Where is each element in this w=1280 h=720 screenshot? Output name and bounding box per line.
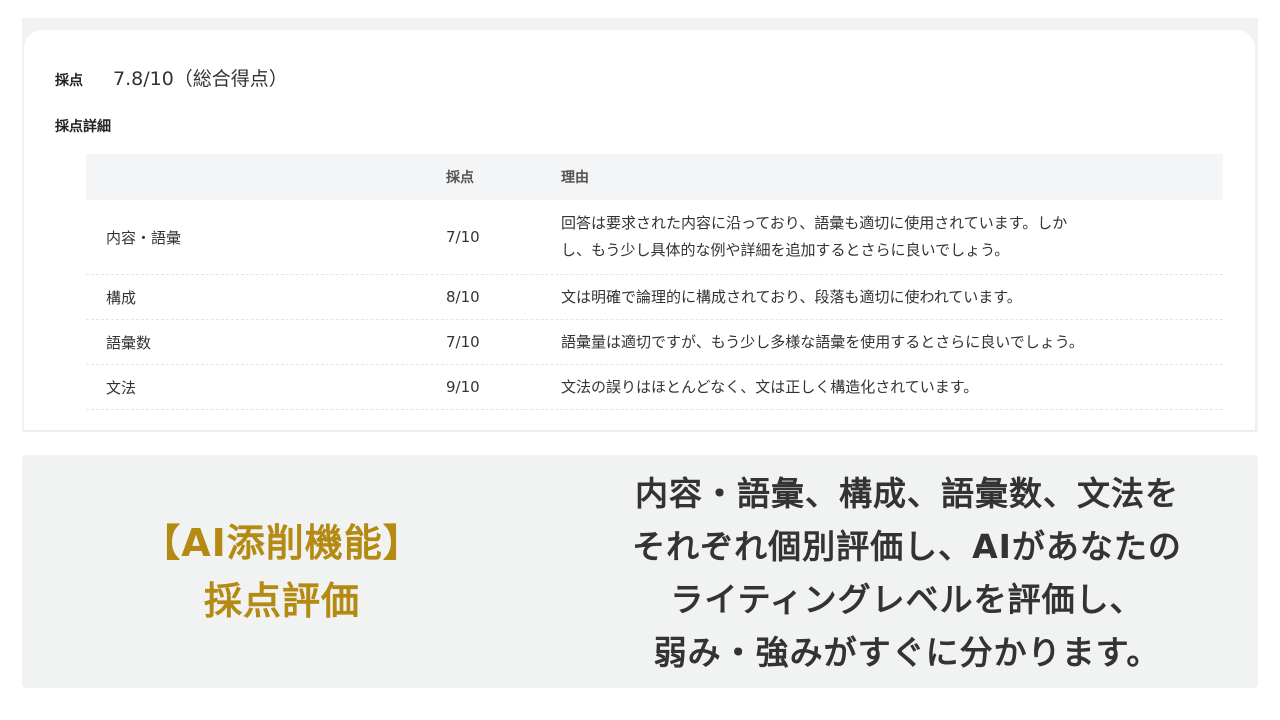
table-row: 内容・語彙 7/10 回答は要求された内容に沿っており、語彙も適切に使用されてい… [86,200,1223,275]
score-value: 7.8/10（総合得点） [113,68,288,90]
feature-title-line: 【AI添削機能】 [142,520,422,565]
category-name: 文法 [106,378,137,397]
feature-banner: 【AI添削機能】 採点評価 内容・語彙、構成、語彙数、文法を それぞれ個別評価し… [22,455,1258,688]
table-row: 語彙数 7/10 語彙量は適切ですが、もう少し多様な語彙を使用するとさらに良いで… [86,320,1223,365]
category-name: 内容・語彙 [106,228,182,247]
column-header-score: 採点 [446,170,474,186]
description-line: ライティングレベルを評価し、 [670,580,1144,619]
reason-line: 文法の誤りはほとんどなく、文は正しく構造化されています。 [561,377,979,396]
overall-score: 採点 7.8/10（総合得点） [55,64,288,91]
category-reason: 文法の誤りはほとんどなく、文は正しく構造化されています。 [561,374,1223,401]
promo-slide: 採点 7.8/10（総合得点） 採点詳細 採点 理由 内容・語彙 7/10 回答… [0,0,1280,720]
score-label: 採点 [55,73,83,89]
table-row: 構成 8/10 文は明確で論理的に構成されており、段落も適切に使われています。 [86,275,1223,320]
column-header-reason: 理由 [561,170,589,186]
table-header: 採点 理由 [86,154,1223,200]
reason-line: 回答は要求された内容に沿っており、語彙も適切に使用されています。しか [561,214,1068,232]
category-reason: 回答は要求された内容に沿っており、語彙も適切に使用されています。しか し、もう少… [561,210,1223,264]
category-score: 7/10 [446,228,480,246]
reason-line: 語彙量は適切ですが、もう少し多様な語彙を使用するとさらに良いでしょう。 [561,332,1084,351]
score-detail-table: 採点 理由 内容・語彙 7/10 回答は要求された内容に沿っており、語彙も適切に… [86,154,1223,410]
feature-title-line: 採点評価 [203,578,360,623]
feature-title: 【AI添削機能】 採点評価 [22,455,542,688]
description-line: 弱み・強みがすぐに分かります。 [653,633,1161,672]
category-score: 9/10 [446,378,480,396]
category-reason: 語彙量は適切ですが、もう少し多様な語彙を使用するとさらに良いでしょう。 [561,329,1223,356]
category-reason: 文は明確で論理的に構成されており、段落も適切に使われています。 [561,284,1223,311]
reason-line: 文は明確で論理的に構成されており、段落も適切に使われています。 [561,287,1022,306]
description-line: それぞれ個別評価し、AIがあなたの [632,527,1182,566]
category-score: 8/10 [446,288,480,306]
scoring-card: 採点 7.8/10（総合得点） 採点詳細 採点 理由 内容・語彙 7/10 回答… [24,30,1255,430]
category-name: 構成 [106,288,137,307]
table-row: 文法 9/10 文法の誤りはほとんどなく、文は正しく構造化されています。 [86,365,1223,410]
description-line: 内容・語彙、構成、語彙数、文法を [635,474,1179,513]
category-score: 7/10 [446,333,480,351]
category-name: 語彙数 [106,333,152,352]
reason-line: し、もう少し具体的な例や詳細を追加するとさらに良いでしょう。 [561,241,1010,259]
feature-description: 内容・語彙、構成、語彙数、文法を それぞれ個別評価し、AIがあなたの ライティン… [562,463,1252,683]
detail-title: 採点詳細 [55,119,111,135]
